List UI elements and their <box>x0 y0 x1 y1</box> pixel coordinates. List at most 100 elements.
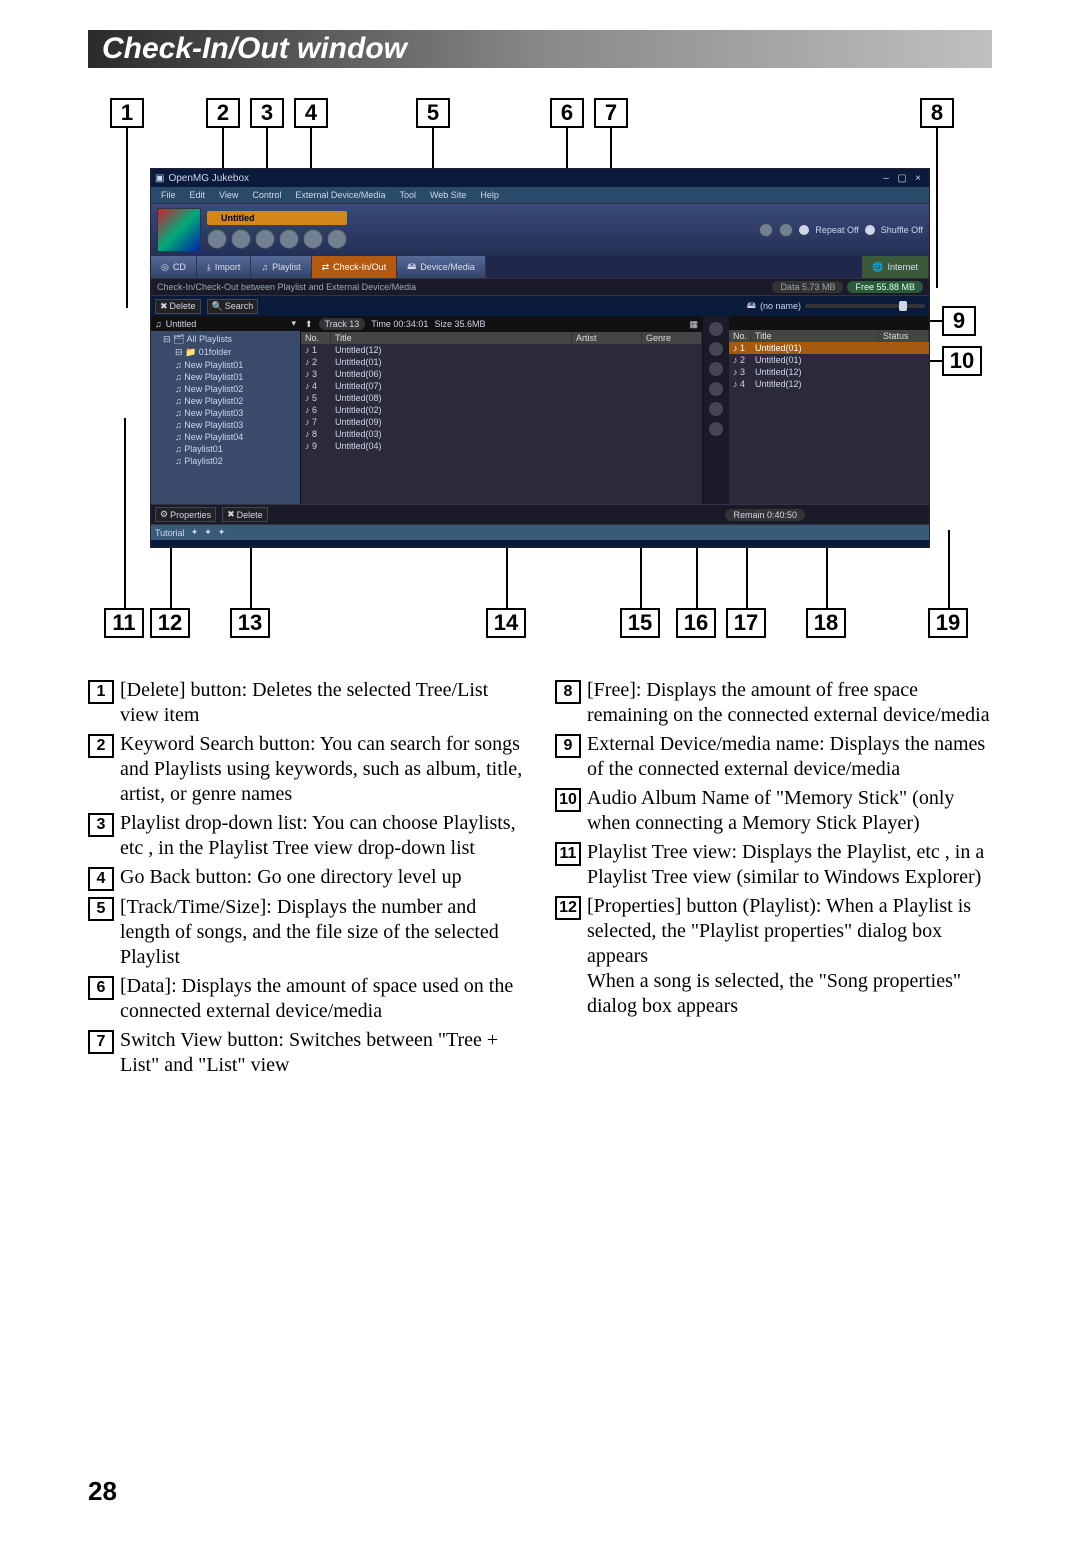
tutorial-icon-3[interactable]: ✦ <box>218 527 226 538</box>
ffwd-button[interactable] <box>327 229 347 249</box>
tree-item[interactable]: ♫ New Playlist01 <box>153 371 298 383</box>
minimize-icon[interactable]: – <box>879 173 893 184</box>
col-genre[interactable]: Genre <box>642 332 702 344</box>
menu-website[interactable]: Web Site <box>424 189 472 201</box>
device-row[interactable]: ♪ 3Untitled(12) <box>729 366 929 378</box>
chevron-down-icon[interactable]: ▾ <box>291 318 296 329</box>
col-no[interactable]: No. <box>301 332 331 344</box>
mode-import[interactable]: ⤓Import <box>197 256 252 278</box>
tree-item[interactable]: ♫ New Playlist01 <box>153 359 298 371</box>
delete-button[interactable]: ✖Delete <box>155 299 201 314</box>
tree-item[interactable]: ♫ Playlist01 <box>153 443 298 455</box>
maximize-icon[interactable]: ▢ <box>895 173 909 184</box>
tree-root[interactable]: ⊟ 🗂 All Playlists <box>153 333 298 346</box>
mode-playlist[interactable]: ♫Playlist <box>251 256 311 278</box>
tree-item[interactable]: ⊟ 📁 01folder <box>153 346 298 359</box>
explanation-item: 11Playlist Tree view: Displays the Playl… <box>555 840 992 890</box>
callout-1: 1 <box>110 98 144 128</box>
explanations: 1[Delete] button: Deletes the selected T… <box>88 678 992 1082</box>
vol-up-button[interactable] <box>779 223 793 237</box>
dcol-status[interactable]: Status <box>879 330 929 342</box>
search-button[interactable]: 🔍Search <box>207 299 259 314</box>
explanation-text: [Properties] button (Playlist): When a P… <box>587 894 992 1019</box>
callout-15: 15 <box>620 608 660 638</box>
menu-view[interactable]: View <box>213 189 244 201</box>
capacity-slider[interactable] <box>805 304 925 308</box>
menu-file[interactable]: File <box>155 189 182 201</box>
explanation-text: Go Back button: Go one directory level u… <box>120 865 525 891</box>
vol-down-button[interactable] <box>759 223 773 237</box>
list-row[interactable]: ♪ 9Untitled(04) <box>301 440 702 452</box>
explanation-number: 10 <box>555 788 581 812</box>
repeat-radio[interactable] <box>799 225 809 235</box>
playlist-dropdown[interactable]: Untitled <box>166 319 197 329</box>
close-icon[interactable]: × <box>911 173 925 184</box>
tutorial-icon-2[interactable]: ✦ <box>204 527 212 538</box>
list-row[interactable]: ♪ 7Untitled(09) <box>301 416 702 428</box>
list-row[interactable]: ♪ 3Untitled(06) <box>301 368 702 380</box>
menubar: File Edit View Control External Device/M… <box>151 187 929 204</box>
tutorial-label[interactable]: Tutorial <box>155 528 185 538</box>
next-button[interactable] <box>303 229 323 249</box>
device-row[interactable]: ♪ 2Untitled(01) <box>729 354 929 366</box>
callout-17: 17 <box>726 608 766 638</box>
mode-cd[interactable]: ◎CD <box>151 256 197 278</box>
explanation-number: 4 <box>88 867 114 891</box>
tree-item[interactable]: ♫ New Playlist03 <box>153 419 298 431</box>
list-row[interactable]: ♪ 5Untitled(08) <box>301 392 702 404</box>
checkout-button[interactable] <box>709 322 723 336</box>
properties-button[interactable]: ⚙Properties <box>155 507 216 522</box>
tree-item[interactable]: ♫ New Playlist03 <box>153 407 298 419</box>
menu-external[interactable]: External Device/Media <box>289 189 391 201</box>
dcol-title[interactable]: Title <box>751 330 879 342</box>
menu-edit[interactable]: Edit <box>184 189 212 201</box>
mode-internet[interactable]: 🌐Internet <box>862 256 929 278</box>
device-row[interactable]: ♪ 1Untitled(01) <box>729 342 929 354</box>
checkin-all-button[interactable] <box>709 382 723 396</box>
callout-13: 13 <box>230 608 270 638</box>
col-artist[interactable]: Artist <box>572 332 642 344</box>
explanation-text: Playlist Tree view: Displays the Playlis… <box>587 840 992 890</box>
stop-button[interactable] <box>231 229 251 249</box>
explanation-number: 2 <box>88 734 114 758</box>
list-row[interactable]: ♪ 8Untitled(03) <box>301 428 702 440</box>
device-icon: 🖴 <box>747 298 756 314</box>
pause-button[interactable] <box>279 229 299 249</box>
col-title[interactable]: Title <box>331 332 572 344</box>
prev-button[interactable] <box>207 229 227 249</box>
tree-item[interactable]: ♫ New Playlist02 <box>153 395 298 407</box>
device-row[interactable]: ♪ 4Untitled(12) <box>729 378 929 390</box>
mode-bar: ◎CD ⤓Import ♫Playlist ⇄Check-In/Out 🖴Dev… <box>151 256 929 278</box>
explanation-number: 9 <box>555 734 581 758</box>
dcol-no[interactable]: No. <box>729 330 751 342</box>
shuffle-radio[interactable] <box>865 225 875 235</box>
checkin-button[interactable] <box>709 342 723 356</box>
footer-delete-button[interactable]: ✖Delete <box>222 507 268 522</box>
tree-item[interactable]: ♫ New Playlist04 <box>153 431 298 443</box>
callout-10: 10 <box>942 346 982 376</box>
explanation-text: External Device/media name: Displays the… <box>587 732 992 782</box>
go-back-button[interactable]: ⬆ <box>305 319 313 330</box>
explanation-item: 3Playlist drop-down list: You can choose… <box>88 811 525 861</box>
list-row[interactable]: ♪ 4Untitled(07) <box>301 380 702 392</box>
menu-control[interactable]: Control <box>246 189 287 201</box>
list-row[interactable]: ♪ 2Untitled(01) <box>301 356 702 368</box>
mode-devicemedia[interactable]: 🖴Device/Media <box>397 256 486 278</box>
tree-item[interactable]: ♫ New Playlist02 <box>153 383 298 395</box>
tutorial-icon-1[interactable]: ✦ <box>191 527 199 538</box>
explanation-item: 7Switch View button: Switches between "T… <box>88 1028 525 1078</box>
play-button[interactable] <box>255 229 275 249</box>
list-row[interactable]: ♪ 1Untitled(12) <box>301 344 702 356</box>
tree-item[interactable]: ♫ Playlist02 <box>153 455 298 467</box>
explanation-text: Keyword Search button: You can search fo… <box>120 732 525 807</box>
menu-help[interactable]: Help <box>474 189 505 201</box>
switch-view-button[interactable]: ▦ <box>689 319 698 330</box>
start-transfer-button[interactable] <box>709 422 723 436</box>
album-name-bar[interactable] <box>729 316 929 330</box>
menu-tool[interactable]: Tool <box>393 189 422 201</box>
page-heading: Check-In/Out window <box>88 30 992 68</box>
mode-checkinout[interactable]: ⇄Check-In/Out <box>312 256 398 278</box>
checkout-all-button[interactable] <box>709 362 723 376</box>
list-row[interactable]: ♪ 6Untitled(02) <box>301 404 702 416</box>
stop-transfer-button[interactable] <box>709 402 723 416</box>
